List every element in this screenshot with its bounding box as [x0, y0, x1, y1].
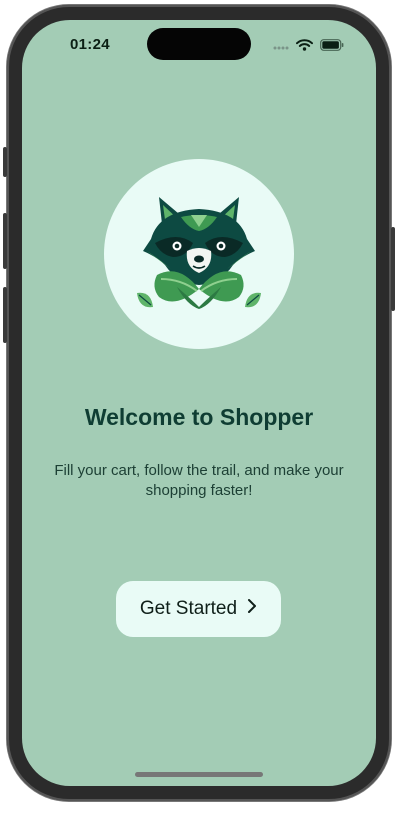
signal-dots-icon: [273, 38, 289, 56]
wifi-icon: [296, 38, 313, 56]
logo-badge: [104, 159, 294, 349]
action-button: [3, 147, 7, 177]
status-icons: [273, 38, 344, 56]
battery-icon: [320, 38, 344, 56]
welcome-subtitle: Fill your cart, follow the trail, and ma…: [54, 462, 344, 499]
welcome-title: Welcome to Shopper: [84, 404, 314, 430]
get-started-label: Get Started: [139, 598, 238, 619]
app-screen: 01:24 Welcome to Shopper Fill your cart,…: [22, 20, 376, 786]
get-started-button[interactable]: Get Started: [116, 581, 281, 637]
chevron-right-icon: [247, 598, 257, 620]
volume-up-button: [3, 213, 7, 269]
dynamic-island: [147, 28, 251, 60]
status-time: 01:24: [70, 36, 110, 53]
volume-down-button: [3, 287, 7, 343]
raccoon-leaf-logo-icon: [129, 187, 269, 322]
home-indicator[interactable]: [135, 772, 263, 777]
power-button: [391, 227, 395, 311]
